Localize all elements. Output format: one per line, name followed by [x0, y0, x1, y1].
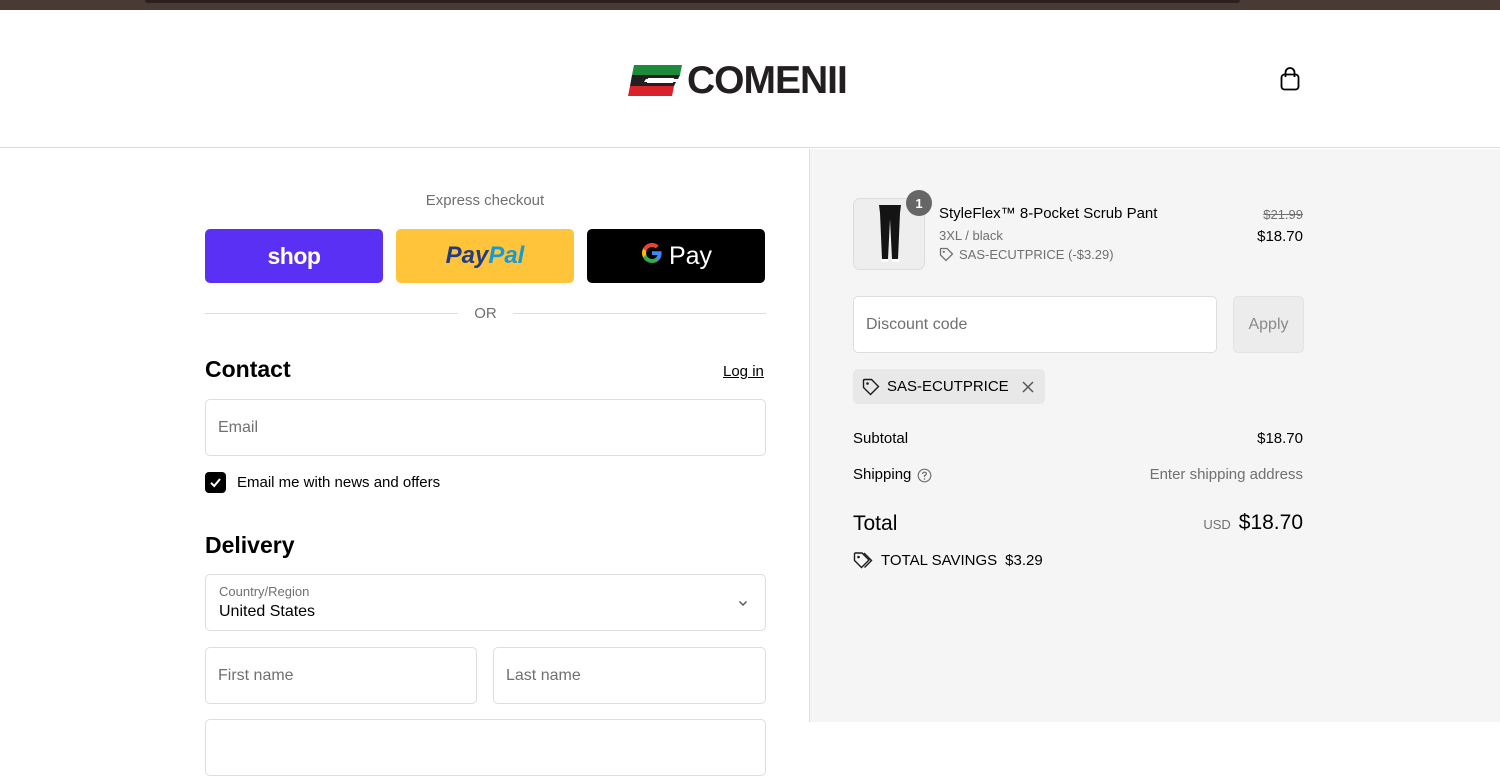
original-price: $21.99 — [1263, 207, 1303, 222]
google-pay-label: Pay — [668, 241, 713, 270]
quantity-badge: 1 — [906, 190, 932, 216]
discount-code-input[interactable] — [854, 297, 1216, 352]
checkout-header: COMENII — [0, 10, 1500, 148]
shop-pay-button[interactable]: shop — [205, 229, 383, 283]
product-variant: 3XL / black — [939, 228, 1003, 243]
browser-tab-edge — [145, 0, 1240, 3]
next-field-partial[interactable] — [205, 719, 766, 776]
checkout-form-panel: Express checkout shop Pay Pal Pay OR Cont… — [0, 149, 809, 776]
product-name: StyleFlex™ 8-Pocket Scrub Pant — [939, 205, 1158, 222]
savings-value: $3.29 — [1005, 551, 1043, 569]
item-price: $18.70 — [1257, 228, 1303, 245]
shipping-label: Shipping — [853, 466, 912, 483]
email-field[interactable] — [206, 400, 765, 455]
last-name-field[interactable] — [494, 648, 765, 703]
product-discount: SAS-ECUTPRICE (-$3.29) — [939, 247, 1114, 262]
total-currency: USD — [1203, 517, 1231, 532]
apply-discount-button[interactable]: Apply — [1233, 296, 1304, 353]
brand-logo[interactable]: COMENII — [628, 59, 848, 102]
browser-top-strip — [0, 0, 1500, 10]
paypal-button[interactable]: Pay Pal — [396, 229, 574, 283]
order-summary-panel: 1 StyleFlex™ 8-Pocket Scrub Pant 3XL / b… — [809, 149, 1500, 722]
email-field-wrapper — [205, 399, 766, 456]
newsletter-label: Email me with news and offers — [237, 474, 441, 491]
total-label: Total — [853, 512, 898, 535]
shop-pay-label: shop — [267, 242, 321, 269]
product-discount-label: SAS-ECUTPRICE (-$3.29) — [959, 247, 1114, 262]
total-savings: TOTAL SAVINGS $3.29 — [853, 551, 1043, 569]
chevron-down-icon — [739, 601, 747, 606]
shipping-row: Shipping — [853, 466, 932, 483]
subtotal-value: $18.70 — [1257, 430, 1303, 447]
country-select-label: Country/Region — [219, 584, 310, 599]
paypal-label-pay: Pay — [445, 242, 489, 269]
applied-discount-code: SAS-ECUTPRICE — [887, 378, 1009, 395]
shopping-bag-icon — [1280, 67, 1300, 91]
brand-logo-mark-icon — [628, 65, 682, 96]
express-checkout-label: Express checkout — [425, 192, 545, 209]
country-select-value: United States — [219, 603, 316, 620]
applied-discount-chip: SAS-ECUTPRICE — [853, 369, 1045, 404]
tag-icon — [939, 247, 954, 262]
help-circle-icon[interactable] — [917, 468, 932, 483]
discount-code-wrapper — [853, 296, 1217, 353]
savings-label: TOTAL SAVINGS — [881, 551, 998, 569]
subtotal-label: Subtotal — [853, 430, 909, 447]
contact-title: Contact — [205, 356, 291, 382]
tag-icon — [862, 378, 880, 395]
shipping-value: Enter shipping address — [1149, 466, 1303, 483]
login-link[interactable]: Log in — [723, 363, 764, 380]
newsletter-option: Email me with news and offers — [205, 472, 440, 493]
or-divider: OR — [205, 305, 766, 322]
delivery-title: Delivery — [205, 532, 295, 558]
cart-button[interactable] — [1277, 66, 1303, 92]
total-value: USD $18.70 — [1203, 511, 1303, 535]
or-divider-text: OR — [474, 305, 497, 322]
newsletter-checkbox[interactable] — [205, 472, 226, 493]
close-icon[interactable] — [1021, 380, 1035, 394]
google-g-icon — [640, 241, 664, 272]
brand-name: COMENII — [687, 59, 848, 102]
country-select[interactable]: Country/Region United States — [205, 574, 766, 631]
first-name-field-wrapper — [205, 647, 477, 704]
last-name-field-wrapper — [493, 647, 766, 704]
savings-tag-icon — [853, 552, 873, 569]
paypal-label-pal: Pal — [488, 242, 525, 269]
first-name-field[interactable] — [206, 648, 476, 703]
google-pay-button[interactable]: Pay — [587, 229, 765, 283]
checkmark-icon — [210, 478, 221, 488]
total-amount: $18.70 — [1238, 511, 1303, 534]
